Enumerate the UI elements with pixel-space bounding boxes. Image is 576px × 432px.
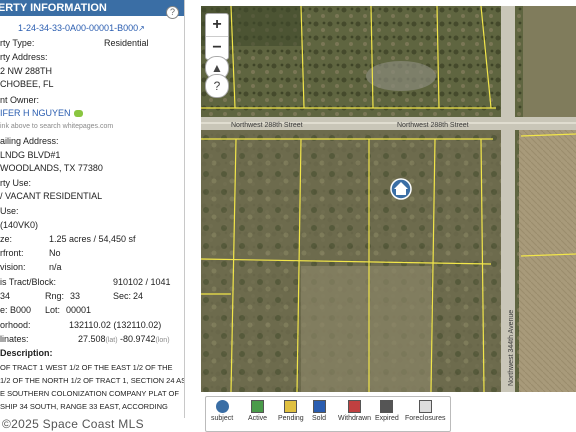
legend-subject[interactable]: subject xyxy=(211,400,233,422)
legend-expired[interactable]: Expired xyxy=(375,400,399,422)
size-label: ze: xyxy=(0,234,13,244)
mailing-line2: WOODLANDS, TX 77380 xyxy=(0,163,103,173)
address-line1: 2 NW 288TH xyxy=(0,66,53,76)
panel-title: OPERTY INFORMATION xyxy=(0,2,107,14)
subdivision-label: vision: xyxy=(0,262,26,272)
description-line1: OF TRACT 1 WEST 1/2 OF THE EAST 1/2 OF T… xyxy=(0,363,173,372)
lot-label: Lot: xyxy=(45,305,61,315)
sec-label: Sec: xyxy=(113,291,132,301)
census-label: is Tract/Block: xyxy=(0,277,57,287)
description-line2: 1/2 OF THE NORTH 1/2 OF TRACT 1, SECTION… xyxy=(0,376,185,385)
property-type-row: rty Type: Residential xyxy=(0,38,149,49)
census-value: 910102 / 1041 xyxy=(113,277,171,287)
external-link-icon: ↗ xyxy=(138,24,145,33)
block-lot-row: e: B000 Lot: 00001 xyxy=(0,305,91,316)
waterfront-value: No xyxy=(49,248,61,258)
lat-value: 27.508(lat) xyxy=(78,334,118,344)
whitepages-icon xyxy=(73,110,83,118)
property-use-value: / VACANT RESIDENTIAL xyxy=(0,191,103,201)
subject-icon xyxy=(215,400,229,413)
owner-label: nt Owner: xyxy=(0,95,40,105)
street-label-top-right: Northwest 288th Street xyxy=(397,122,469,129)
legend-pending[interactable]: Pending xyxy=(278,400,304,422)
size-value: 1.25 acres / 54,450 sf xyxy=(49,234,136,244)
neighborhood-label: orhood: xyxy=(0,320,31,330)
twp-rng-sec-row: 34 Rng: 33 Sec: 24 xyxy=(0,291,143,302)
sec-value: 24 xyxy=(133,291,144,301)
property-address-label: rty Address: xyxy=(0,52,48,62)
panel-title-bar: OPERTY INFORMATION xyxy=(0,0,184,16)
sold-checkbox-icon xyxy=(312,400,326,413)
coordinates-label: linates: xyxy=(0,334,29,344)
coordinates-row: linates: 27.508(lat) -80.9742(lon) xyxy=(0,334,170,345)
withdrawn-checkbox-icon xyxy=(348,400,362,413)
owner-hint: ink above to search whitepages.com xyxy=(0,123,114,130)
street-label-right: Northwest 344th Avenue xyxy=(508,310,515,386)
zoning-label: Use: xyxy=(0,206,19,216)
owner-name-link[interactable]: IFER H NGUYEN xyxy=(0,108,83,119)
rng-label: Rng: xyxy=(45,291,65,301)
zoning-value: (140VK0) xyxy=(0,220,39,230)
neighborhood-row: orhood: 132110.02 (132110.02) xyxy=(0,320,161,331)
property-use-label: rty Use: xyxy=(0,178,32,188)
active-checkbox-icon xyxy=(251,400,265,413)
subject-property-marker[interactable] xyxy=(390,178,412,200)
legend-sold[interactable]: Sold xyxy=(312,400,326,422)
census-row: is Tract/Block: 910102 / 1041 xyxy=(0,277,171,288)
description-line4: SHIP 34 SOUTH, RANGE 33 EAST, ACCORDING xyxy=(0,402,168,411)
street-label-top-left: Northwest 288th Street xyxy=(231,122,303,129)
aerial-map[interactable]: Northwest 288th Street Northwest 288th S… xyxy=(201,6,576,392)
mailing-address-label: ailing Address: xyxy=(0,136,59,146)
legend-active[interactable]: Active xyxy=(248,400,267,422)
address-line2: CHOBEE, FL xyxy=(0,79,54,89)
subdivision-row: vision: n/a xyxy=(0,262,62,273)
lot-value: 00001 xyxy=(66,305,92,315)
mailing-line1: LNDG BLVD#1 xyxy=(0,150,61,160)
description-line3: E SOUTHERN COLONIZATION COMPANY PLAT OF xyxy=(0,389,179,398)
waterfront-label: rfront: xyxy=(0,248,24,258)
map-help-icon[interactable]: ? xyxy=(205,74,229,98)
property-type-value: Residential xyxy=(104,38,149,48)
zoom-control: + − xyxy=(205,13,229,60)
legend-foreclosures[interactable]: Foreclosures xyxy=(405,400,445,422)
parcel-id-link[interactable]: 1-24-34-33-0A00-00001-B000↗ xyxy=(18,23,145,33)
property-info-panel: OPERTY INFORMATION ? 1-24-34-33-0A00-000… xyxy=(0,0,185,418)
expired-checkbox-icon xyxy=(380,400,394,413)
block-value: e: B000 xyxy=(0,305,32,315)
pending-checkbox-icon xyxy=(284,400,298,413)
property-type-label: rty Type: xyxy=(0,38,35,48)
rng-value: 33 xyxy=(70,291,81,301)
twp-value: 34 xyxy=(0,291,11,301)
help-icon[interactable]: ? xyxy=(166,6,179,19)
foreclosures-gavel-icon xyxy=(418,400,432,413)
neighborhood-value: 132110.02 (132110.02) xyxy=(69,320,162,330)
description-label: Description: xyxy=(0,348,53,358)
zoom-in-button[interactable]: + xyxy=(206,14,228,37)
subdivision-value: n/a xyxy=(49,262,62,272)
map-legend: subject Active Pending Sold Withdrawn Ex… xyxy=(205,396,451,432)
legend-withdrawn[interactable]: Withdrawn xyxy=(338,400,371,422)
lon-value: -80.9742(lon) xyxy=(120,334,170,344)
waterfront-row: rfront: No xyxy=(0,248,61,259)
size-row: ze: 1.25 acres / 54,450 sf xyxy=(0,234,136,245)
copyright-watermark: ©2025 Space Coast MLS xyxy=(2,417,144,431)
map-canvas[interactable]: Northwest 288th Street Northwest 288th S… xyxy=(201,6,576,392)
